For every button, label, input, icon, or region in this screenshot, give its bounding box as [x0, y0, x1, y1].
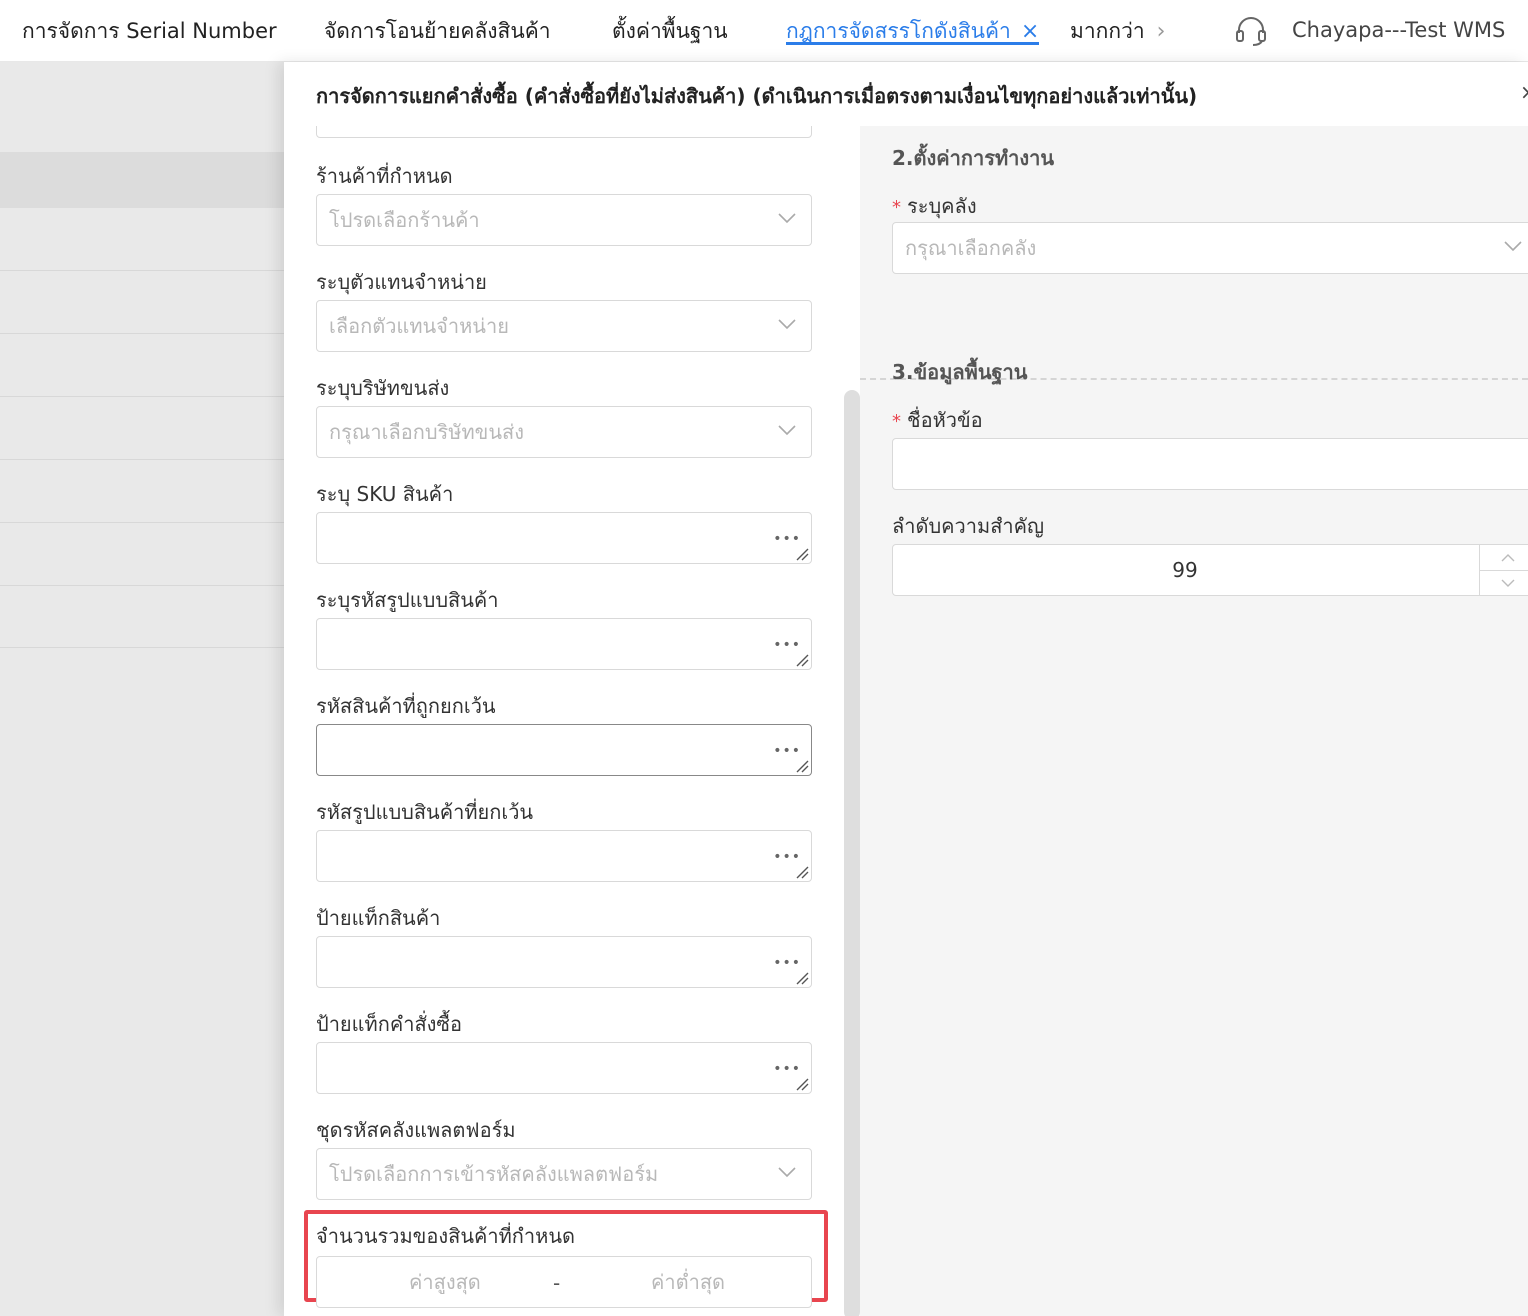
warehouse-label-text: ระบุคลัง [907, 194, 977, 218]
more-icon[interactable]: ••• [773, 743, 801, 759]
more-icon[interactable]: ••• [773, 637, 801, 653]
tab-more[interactable]: มากกว่า › [1070, 0, 1165, 62]
divider [0, 270, 284, 271]
tab-serial-number[interactable]: การจัดการ Serial Number [22, 0, 277, 62]
tab-close-icon[interactable]: × [1021, 19, 1039, 44]
order-tag-textarea[interactable]: ••• [316, 1042, 812, 1094]
min-value-input[interactable]: ค่าต่ำสุด [651, 1257, 725, 1307]
required-mark: * [892, 411, 901, 432]
background-selected-row [0, 152, 284, 208]
carrier-placeholder: กรุณาเลือกบริษัทขนส่ง [329, 420, 524, 444]
store-placeholder: โปรดเลือกร้านค้า [329, 208, 480, 232]
warehouse-placeholder: กรุณาเลือกคลัง [905, 236, 1037, 260]
max-value-input[interactable]: ค่าสูงสุด [409, 1257, 481, 1307]
resize-handle-icon[interactable] [795, 759, 809, 773]
section-basic-info-title: 3.ข้อมูลพื้นฐาน [892, 360, 1028, 384]
close-icon[interactable]: × [1520, 80, 1528, 104]
divider [0, 459, 284, 460]
platform-warehouse-placeholder: โปรดเลือกการเข้ารหัสคลังแพลตฟอร์ม [329, 1162, 659, 1186]
more-icon[interactable]: ••• [773, 849, 801, 865]
chevron-down-icon [1504, 241, 1522, 252]
more-icon[interactable]: ••• [773, 955, 801, 971]
chevron-down-icon [778, 213, 796, 224]
platform-warehouse-select[interactable]: โปรดเลือกการเข้ารหัสคลังแพลตฟอร์ม [316, 1148, 812, 1200]
carrier-select[interactable]: กรุณาเลือกบริษัทขนส่ง [316, 406, 812, 458]
agent-label: ระบุตัวแทนจำหน่าย [316, 270, 487, 294]
range-separator: - [553, 1271, 561, 1295]
scrollbar[interactable] [844, 390, 860, 1316]
cut-off-field[interactable] [316, 126, 812, 138]
agent-placeholder: เลือกตัวแทนจำหน่าย [329, 314, 509, 338]
chevron-down-icon [778, 1167, 796, 1178]
tab-label: การจัดการ Serial Number [22, 19, 277, 43]
excluded-product-textarea[interactable]: ••• [316, 724, 812, 776]
decrement-button[interactable] [1480, 570, 1528, 595]
excluded-product-label: รหัสสินค้าที่ถูกยกเว้น [316, 694, 496, 718]
divider [0, 333, 284, 334]
priority-label: ลำดับความสำคัญ [892, 514, 1045, 538]
priority-value: 99 [1172, 558, 1198, 582]
conditions-form: ร้านค้าที่กำหนด โปรดเลือกร้านค้า ระบุตัว… [284, 126, 860, 1316]
headset-icon[interactable] [1234, 15, 1268, 47]
divider [0, 522, 284, 523]
more-icon[interactable]: ••• [773, 1061, 801, 1077]
settings-form: 2.ตั้งค่าการทำงาน * ระบุคลัง กรุณาเลือกคล… [860, 126, 1528, 1316]
total-quantity-label: จำนวนรวมของสินค้าที่กำหนด [316, 1224, 575, 1248]
tab-label: กฎการจัดสรรโกดังสินค้า [786, 19, 1011, 43]
style-code-label: ระบุรหัสรูปแบบสินค้า [316, 588, 499, 612]
store-label: ร้านค้าที่กำหนด [316, 164, 453, 188]
resize-handle-icon[interactable] [795, 971, 809, 985]
product-tag-textarea[interactable]: ••• [316, 936, 812, 988]
priority-stepper [1479, 545, 1528, 595]
carrier-label: ระบุบริษัทขนส่ง [316, 376, 450, 400]
required-mark: * [892, 197, 901, 218]
agent-select[interactable]: เลือกตัวแทนจำหน่าย [316, 300, 812, 352]
chevron-right-icon: › [1156, 19, 1166, 44]
tab-label: มากกว่า [1070, 19, 1145, 43]
increment-button[interactable] [1480, 545, 1528, 570]
chevron-down-icon [1501, 579, 1515, 587]
resize-handle-icon[interactable] [795, 547, 809, 561]
style-code-textarea[interactable]: ••• [316, 618, 812, 670]
topic-name-label: * ชื่อหัวข้อ [892, 404, 983, 436]
drawer-title: การจัดการแยกคำสั่งซื้อ (คำสั่งซื้อที่ยัง… [316, 84, 1198, 108]
resize-handle-icon[interactable] [795, 653, 809, 667]
more-icon[interactable]: ••• [773, 531, 801, 547]
divider [0, 647, 284, 648]
user-account-name[interactable]: Chayapa---Test WMS [1292, 0, 1505, 62]
excluded-style-textarea[interactable]: ••• [316, 830, 812, 882]
section-operation-settings-title: 2.ตั้งค่าการทำงาน [892, 146, 1055, 170]
tab-label: จัดการโอนย้ายคลังสินค้า [324, 19, 551, 43]
chevron-down-icon [778, 319, 796, 330]
sku-textarea[interactable]: ••• [316, 512, 812, 564]
platform-warehouse-label: ชุดรหัสคลังแพลตฟอร์ม [316, 1118, 516, 1142]
priority-number-input[interactable]: 99 [892, 544, 1528, 596]
sku-label: ระบุ SKU สินค้า [316, 482, 454, 506]
resize-handle-icon[interactable] [795, 1077, 809, 1091]
order-tag-label: ป้ายแท็กคำสั่งซื้อ [316, 1012, 462, 1036]
chevron-up-icon [1501, 554, 1515, 562]
divider [0, 585, 284, 586]
topic-name-label-text: ชื่อหัวข้อ [907, 408, 983, 432]
chevron-down-icon [778, 425, 796, 436]
warehouse-label: * ระบุคลัง [892, 190, 977, 222]
tab-label: ตั้งค่าพื้นฐาน [612, 19, 728, 43]
resize-handle-icon[interactable] [795, 865, 809, 879]
divider [0, 396, 284, 397]
order-split-rule-drawer: การจัดการแยกคำสั่งซื้อ (คำสั่งซื้อที่ยัง… [284, 62, 1528, 1316]
top-tab-bar: การจัดการ Serial Number จัดการโอนย้ายคลั… [0, 0, 1528, 62]
tab-warehouse-transfer[interactable]: จัดการโอนย้ายคลังสินค้า [324, 0, 551, 62]
warehouse-select[interactable]: กรุณาเลือกคลัง [892, 222, 1528, 274]
topic-name-input[interactable] [892, 438, 1528, 490]
product-tag-label: ป้ายแท็กสินค้า [316, 906, 441, 930]
tab-basic-settings[interactable]: ตั้งค่าพื้นฐาน [612, 0, 728, 62]
total-quantity-range[interactable]: ค่าสูงสุด - ค่าต่ำสุด [316, 1256, 812, 1308]
excluded-style-label: รหัสรูปแบบสินค้าที่ยกเว้น [316, 800, 534, 824]
background-page [0, 62, 284, 1316]
tab-warehouse-allocation-rules[interactable]: กฎการจัดสรรโกดังสินค้า × [786, 0, 1040, 62]
store-select[interactable]: โปรดเลือกร้านค้า [316, 194, 812, 246]
